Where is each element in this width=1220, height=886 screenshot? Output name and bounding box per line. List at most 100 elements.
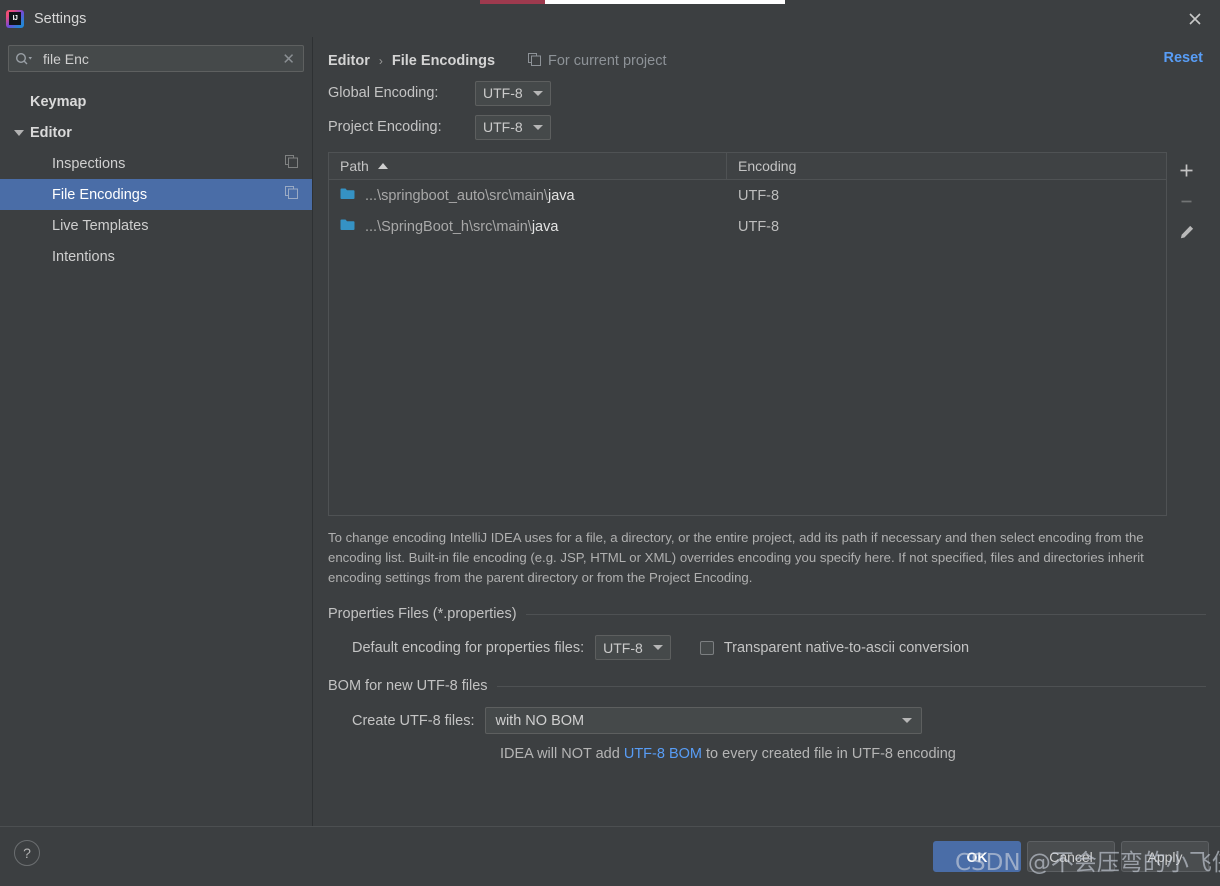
project-encoding-dropdown[interactable]: UTF-8 — [475, 114, 551, 140]
sidebar-item-label: Editor — [30, 124, 72, 141]
bom-group-title: BOM for new UTF-8 files — [328, 678, 1206, 694]
column-header-path-label: Path — [340, 158, 369, 174]
settings-search-box[interactable]: ✕ — [8, 45, 304, 72]
sidebar-item-editor[interactable]: Editor — [0, 117, 312, 148]
table-cell-path: ...\springboot_auto\src\main\java — [329, 187, 727, 205]
table-cell-path-text: ...\springboot_auto\src\main\java — [365, 188, 575, 204]
sidebar-item-label: Intentions — [52, 248, 115, 265]
dialog-buttons: OK Cancel Apply — [933, 841, 1209, 872]
breadcrumb-separator-icon: › — [378, 54, 383, 68]
clear-icon[interactable]: ✕ — [280, 50, 297, 68]
create-utf8-files-label: Create UTF-8 files: — [352, 712, 475, 729]
table-cell-encoding[interactable]: UTF-8 — [727, 188, 1166, 204]
encodings-description: To change encoding IntelliJ IDEA uses fo… — [328, 530, 1144, 585]
sidebar-item-inspections[interactable]: Inspections — [0, 148, 312, 179]
ok-button[interactable]: OK — [933, 841, 1021, 872]
pencil-icon[interactable] — [1173, 218, 1201, 246]
group-divider — [496, 685, 1206, 687]
search-input[interactable] — [33, 50, 281, 67]
bom-note-prefix: IDEA will NOT add — [500, 746, 624, 762]
bom-group: BOM for new UTF-8 files Create UTF-8 fil… — [328, 678, 1206, 762]
sidebar-item-file-encodings[interactable]: File Encodings — [0, 179, 312, 210]
table-row[interactable]: ...\springboot_auto\src\main\java UTF-8 — [329, 180, 1166, 211]
create-utf8-files-value: with NO BOM — [495, 712, 585, 729]
transparent-conversion-label: Transparent native-to-ascii conversion — [723, 639, 970, 656]
remove-row-button — [1173, 187, 1201, 215]
window-title: Settings — [34, 10, 87, 27]
create-utf8-files-row: Create UTF-8 files: with NO BOM — [352, 707, 1206, 734]
sidebar-item-label: File Encodings — [52, 186, 148, 203]
sidebar-item-intentions[interactable]: Intentions — [0, 241, 312, 272]
path-prefix: ...\springboot_auto\src\main\ — [365, 187, 548, 204]
copy-config-icon[interactable] — [285, 185, 298, 204]
create-utf8-files-dropdown[interactable]: with NO BOM — [485, 707, 923, 734]
properties-files-group-body: Default encoding for properties files: U… — [328, 635, 1206, 660]
cancel-button[interactable]: Cancel — [1027, 841, 1115, 872]
sidebar-item-keymap[interactable]: Keymap — [0, 86, 312, 117]
utf8-bom-link[interactable]: UTF-8 BOM — [624, 746, 702, 762]
apply-button[interactable]: Apply — [1121, 841, 1209, 872]
project-encoding-value: UTF-8 — [483, 119, 523, 135]
dialog-footer: ? OK Cancel Apply — [0, 826, 1220, 886]
table-cell-encoding[interactable]: UTF-8 — [727, 219, 1166, 235]
default-properties-encoding-dropdown[interactable]: UTF-8 — [595, 635, 671, 660]
transparent-conversion-checkbox-row[interactable]: Transparent native-to-ascii conversion — [699, 639, 970, 656]
group-divider — [525, 613, 1206, 615]
help-icon[interactable]: ? — [14, 840, 40, 866]
path-prefix: ...\SpringBoot_h\src\main\ — [365, 218, 532, 235]
default-properties-encoding-value: UTF-8 — [603, 639, 643, 656]
table-row[interactable]: ...\SpringBoot_h\src\main\java UTF-8 — [329, 211, 1166, 242]
properties-files-group-label: Properties Files (*.properties) — [328, 606, 517, 622]
global-encoding-dropdown[interactable]: UTF-8 — [475, 80, 551, 106]
properties-files-group-title: Properties Files (*.properties) — [328, 606, 1206, 622]
default-properties-encoding-row: Default encoding for properties files: U… — [352, 635, 1206, 660]
table-body: ...\springboot_auto\src\main\java UTF-8 … — [329, 180, 1166, 515]
search-icon — [15, 52, 33, 66]
page-title: File Encodings — [391, 53, 496, 69]
global-encoding-value: UTF-8 — [483, 85, 523, 101]
bom-note-suffix: to every created file in UTF-8 encoding — [701, 746, 956, 762]
for-current-project-text: For current project — [548, 53, 667, 69]
bom-group-body: Create UTF-8 files: with NO BOM IDEA wil… — [328, 707, 1206, 762]
add-row-button[interactable] — [1173, 156, 1201, 184]
intellij-idea-logo — [6, 9, 24, 28]
settings-main-panel: Editor › File Encodings For current proj… — [314, 37, 1220, 826]
bom-group-label: BOM for new UTF-8 files — [328, 678, 488, 694]
properties-files-group: Properties Files (*.properties) Default … — [328, 606, 1206, 660]
close-icon[interactable] — [1182, 6, 1208, 32]
column-header-encoding-label: Encoding — [738, 158, 797, 174]
sidebar-item-label: Live Templates — [52, 217, 149, 234]
copy-config-icon[interactable] — [285, 154, 298, 173]
table-cell-path: ...\SpringBoot_h\src\main\java — [329, 218, 727, 236]
sidebar-item-label: Inspections — [52, 155, 126, 172]
bom-note: IDEA will NOT add UTF-8 BOM to every cre… — [500, 746, 1206, 762]
sidebar-item-label: Keymap — [30, 93, 87, 110]
folder-icon — [340, 187, 355, 205]
settings-sidebar: ✕ Keymap Editor Inspections File Encodin… — [0, 37, 313, 826]
settings-tree: Keymap Editor Inspections File Encodings — [0, 86, 312, 272]
encodings-table: Path Encoding ...\springboot_auto\src\ma… — [328, 152, 1168, 516]
project-encoding-label: Project Encoding: — [328, 119, 442, 135]
column-header-path[interactable]: Path — [329, 153, 727, 179]
chevron-down-icon — [902, 718, 913, 723]
top-cutoff-accent — [480, 0, 545, 4]
table-header: Path Encoding — [329, 153, 1167, 180]
folder-icon — [340, 218, 355, 236]
path-leaf: java — [531, 218, 559, 235]
column-header-encoding[interactable]: Encoding — [727, 153, 1166, 179]
transparent-conversion-checkbox[interactable] — [699, 640, 714, 655]
table-cell-path-text: ...\SpringBoot_h\src\main\java — [365, 219, 558, 235]
table-toolbar — [1167, 152, 1206, 516]
chevron-down-icon — [14, 129, 24, 136]
chevron-down-icon — [532, 90, 543, 96]
global-encoding-label: Global Encoding: — [328, 85, 439, 101]
for-current-project-label: For current project — [528, 52, 667, 70]
project-encoding-row: Project Encoding: UTF-8 — [328, 113, 1206, 141]
copy-config-icon — [528, 52, 542, 70]
breadcrumb-parent[interactable]: Editor — [328, 53, 370, 69]
sidebar-item-live-templates[interactable]: Live Templates — [0, 210, 312, 241]
reset-link[interactable]: Reset — [1164, 50, 1204, 66]
chevron-down-icon — [532, 124, 543, 130]
window-titlebar: Settings — [0, 0, 1220, 37]
chevron-down-icon — [652, 645, 663, 650]
